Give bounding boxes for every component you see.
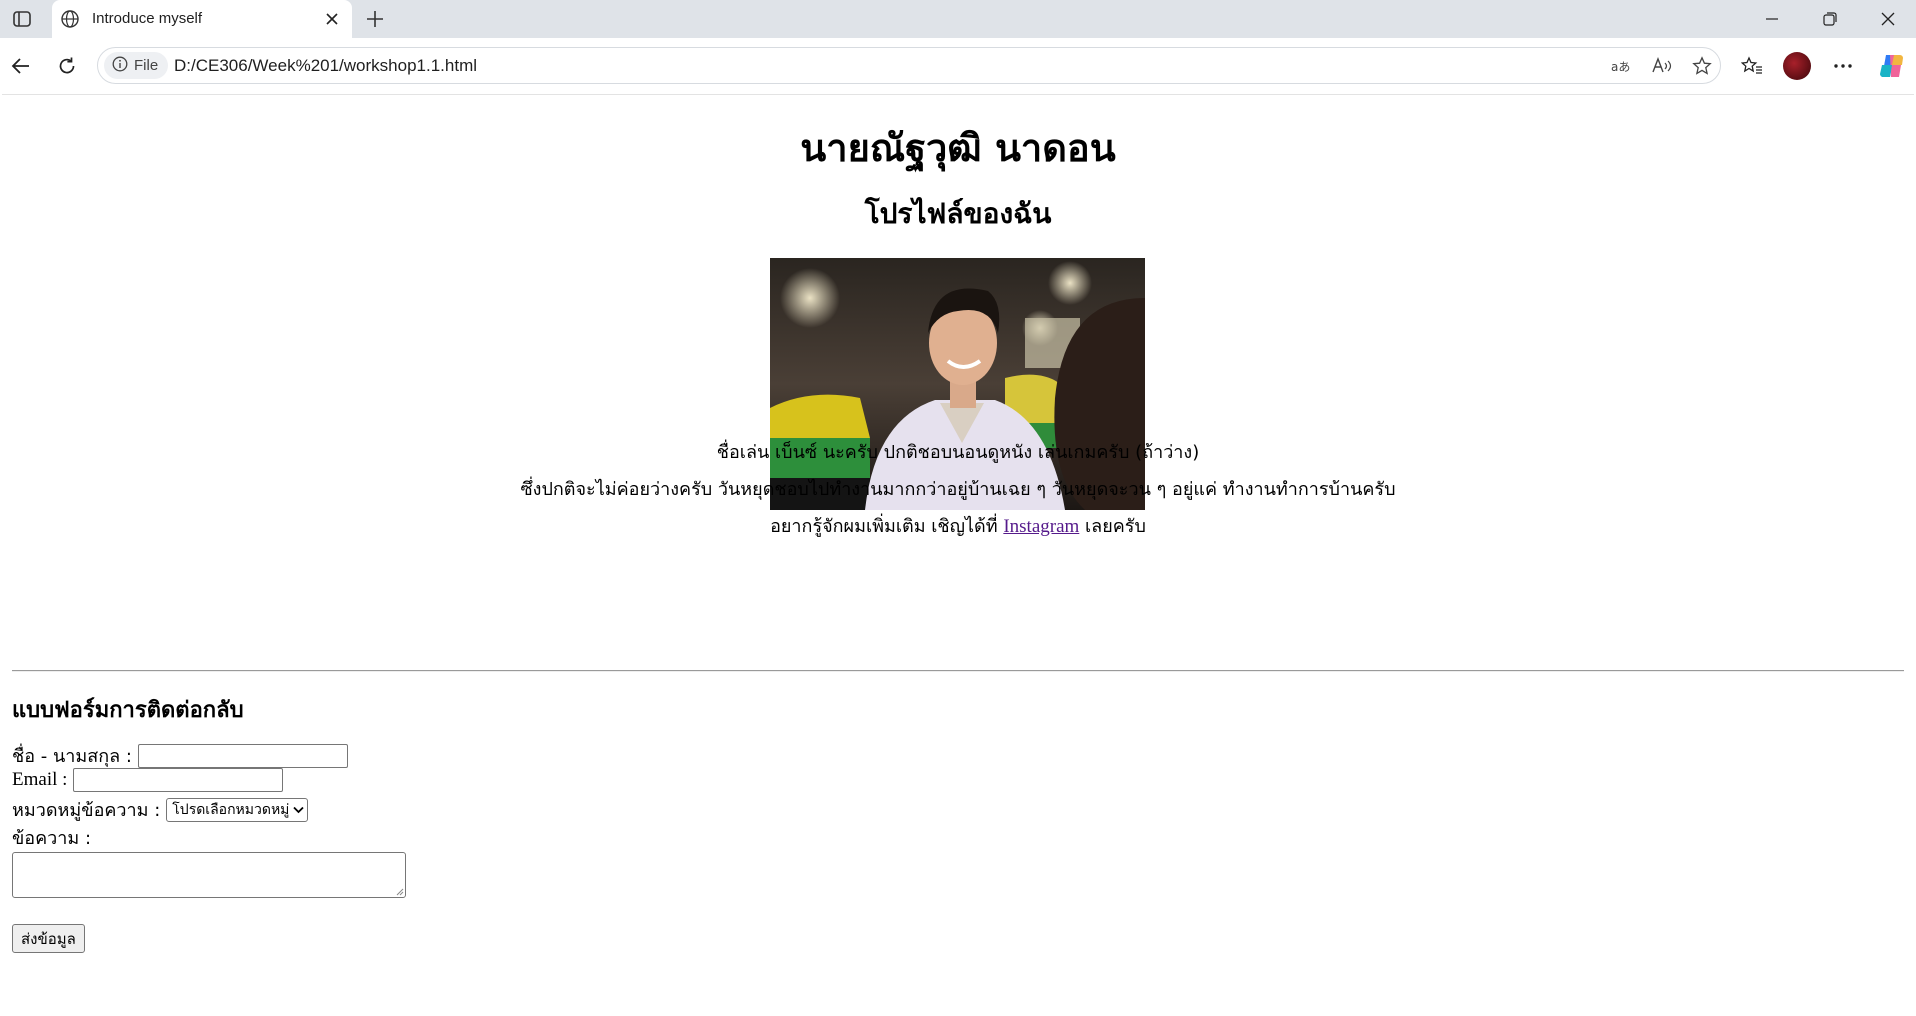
chevron-down-icon: [293, 802, 305, 818]
message-textarea[interactable]: [12, 852, 406, 898]
globe-icon: [60, 9, 80, 29]
resize-handle-icon[interactable]: [396, 888, 404, 896]
email-row: Email :: [12, 768, 284, 792]
refresh-button[interactable]: [50, 50, 84, 82]
more-options-icon[interactable]: [1826, 50, 1860, 82]
tab-actions-icon[interactable]: [10, 8, 34, 30]
address-toolbar: File D:/CE306/Week%201/workshop1.1.html …: [0, 38, 1916, 94]
favorite-star-icon[interactable]: [1687, 52, 1717, 80]
back-button[interactable]: [4, 50, 38, 82]
name-row: ชื่อ - นามสกุล :: [12, 741, 348, 770]
info-icon: [112, 56, 128, 76]
close-tab-icon[interactable]: [322, 9, 342, 29]
message-label: ข้อความ :: [12, 828, 92, 849]
tab-bar: Introduce myself: [0, 0, 1916, 38]
restore-button[interactable]: [1802, 0, 1858, 38]
tab-introduce-myself[interactable]: Introduce myself: [52, 0, 352, 38]
name-input[interactable]: [137, 743, 348, 768]
intro-paragraph-1: ชื่อเล่น เบ็นซ์ นะครับ ปกติชอบนอนดูหนัง …: [716, 442, 1200, 463]
intro-paragraph-2: ซึ่งปกติจะไม่ค่อยว่างครับ วันหยุดชอบไปทำ…: [520, 479, 1396, 500]
page-viewport: นายณัฐวุฒิ นาดอน โปรไฟล์ของฉัน ชื่อเล่น …: [2, 94, 1914, 1016]
para3-suffix: เลยครับ: [1079, 516, 1146, 537]
section-divider: [12, 670, 1904, 672]
profile-photo: [770, 258, 1145, 510]
tab-title: Introduce myself: [92, 10, 203, 27]
minimize-button[interactable]: [1744, 0, 1800, 38]
para3-prefix: อยากรู้จักผมเพิ่มเติม เชิญได้ที่: [770, 516, 1004, 537]
category-selected-value: โปรดเลือกหมวดหมู่: [172, 801, 290, 818]
contact-form-title: แบบฟอร์มการติดต่อกลับ: [12, 698, 244, 723]
email-label: Email :: [12, 769, 68, 790]
category-select[interactable]: โปรดเลือกหมวดหมู่: [166, 797, 309, 822]
site-info-chip[interactable]: File: [104, 52, 169, 79]
profile-heading: โปรไฟล์ของฉัน: [864, 197, 1052, 230]
svg-text:aあ: aあ: [1611, 60, 1630, 74]
instagram-link[interactable]: Instagram: [1003, 516, 1079, 537]
read-aloud-icon[interactable]: [1647, 52, 1677, 80]
new-tab-button[interactable]: [362, 7, 388, 31]
page-title: นายณัฐวุฒิ นาดอน: [800, 126, 1116, 170]
copilot-icon[interactable]: [1877, 51, 1907, 81]
name-label: ชื่อ - นามสกุล :: [12, 746, 132, 767]
category-row: หมวดหมู่ข้อความ : โปรดเลือกหมวดหมู่: [12, 795, 309, 824]
close-window-button[interactable]: [1860, 0, 1916, 38]
profile-avatar[interactable]: [1783, 52, 1811, 80]
submit-button[interactable]: ส่งข้อมูล: [12, 924, 85, 953]
url-text[interactable]: D:/CE306/Week%201/workshop1.1.html: [174, 48, 477, 83]
category-label: หมวดหมู่ข้อความ :: [12, 800, 161, 821]
email-input[interactable]: [73, 768, 284, 792]
address-bar[interactable]: File D:/CE306/Week%201/workshop1.1.html …: [97, 47, 1721, 84]
favorites-icon[interactable]: [1735, 50, 1769, 82]
site-chip-label: File: [134, 57, 159, 74]
translate-icon[interactable]: aあ: [1606, 52, 1636, 80]
intro-paragraph-3: อยากรู้จักผมเพิ่มเติม เชิญได้ที่ Instagr…: [2, 511, 1914, 540]
message-row: ข้อความ :: [12, 823, 91, 852]
